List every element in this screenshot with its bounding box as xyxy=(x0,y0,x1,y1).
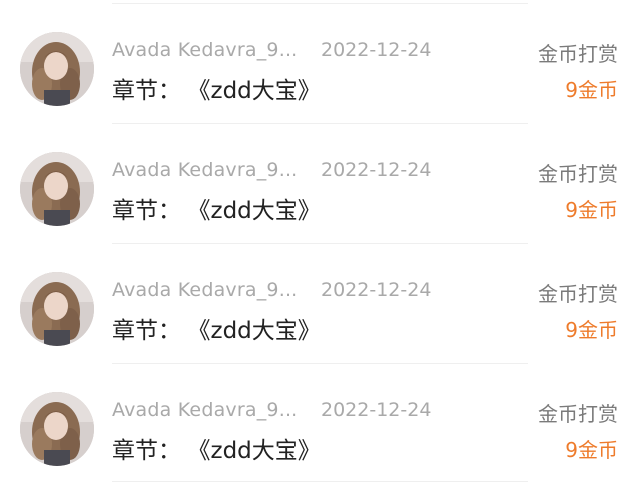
reward-date: 2022-12-24 xyxy=(321,399,432,421)
user-name[interactable]: Avada Kedavra_9... xyxy=(112,39,302,61)
reward-list-item[interactable]: Avada Kedavra_9... 2022-12-24 章节： 《zdd大宝》… xyxy=(0,4,640,124)
reward-list-item[interactable]: Avada Kedavra_9... 2022-12-24 章节： 《zdd大宝》… xyxy=(0,244,640,364)
chapter-info: 章节： 《zdd大宝》 xyxy=(112,191,321,225)
chapter-info: 章节： 《zdd大宝》 xyxy=(112,71,321,105)
reward-list-item[interactable]: Avada Kedavra_9... 2022-12-24 章节： 《zdd大宝》… xyxy=(0,364,640,484)
chapter-info: 章节： 《zdd大宝》 xyxy=(112,311,321,345)
reward-date: 2022-12-24 xyxy=(321,39,432,61)
chapter-title: 《zdd大宝》 xyxy=(199,198,321,224)
reward-amount: 9金币 xyxy=(565,438,618,462)
avatar[interactable] xyxy=(20,272,94,346)
user-avatar-photo-icon xyxy=(20,32,94,106)
user-avatar-photo-icon xyxy=(20,392,94,466)
reward-record-list: Avada Kedavra_9... 2022-12-24 章节： 《zdd大宝》… xyxy=(0,0,640,482)
reward-type: 金币打赏 xyxy=(538,402,618,426)
user-name[interactable]: Avada Kedavra_9... xyxy=(112,279,302,301)
chapter-title: 《zdd大宝》 xyxy=(199,318,321,344)
user-avatar-photo-icon xyxy=(20,152,94,226)
avatar[interactable] xyxy=(20,152,94,226)
chapter-label: 章节： xyxy=(112,78,181,104)
reward-list-item[interactable]: Avada Kedavra_9... 2022-12-24 章节： 《zdd大宝》… xyxy=(0,124,640,244)
reward-amount: 9金币 xyxy=(565,318,618,342)
avatar[interactable] xyxy=(20,32,94,106)
chapter-label: 章节： xyxy=(112,318,181,344)
reward-date: 2022-12-24 xyxy=(321,159,432,181)
reward-date: 2022-12-24 xyxy=(321,279,432,301)
user-name[interactable]: Avada Kedavra_9... xyxy=(112,399,302,421)
chapter-info: 章节： 《zdd大宝》 xyxy=(112,431,321,465)
chapter-label: 章节： xyxy=(112,198,181,224)
chapter-title: 《zdd大宝》 xyxy=(199,78,321,104)
avatar[interactable] xyxy=(20,392,94,466)
chapter-title: 《zdd大宝》 xyxy=(199,438,321,464)
user-avatar-photo-icon xyxy=(20,272,94,346)
reward-type: 金币打赏 xyxy=(538,282,618,306)
reward-amount: 9金币 xyxy=(565,78,618,102)
reward-amount: 9金币 xyxy=(565,198,618,222)
reward-type: 金币打赏 xyxy=(538,162,618,186)
chapter-label: 章节： xyxy=(112,438,181,464)
reward-type: 金币打赏 xyxy=(538,42,618,66)
user-name[interactable]: Avada Kedavra_9... xyxy=(112,159,302,181)
